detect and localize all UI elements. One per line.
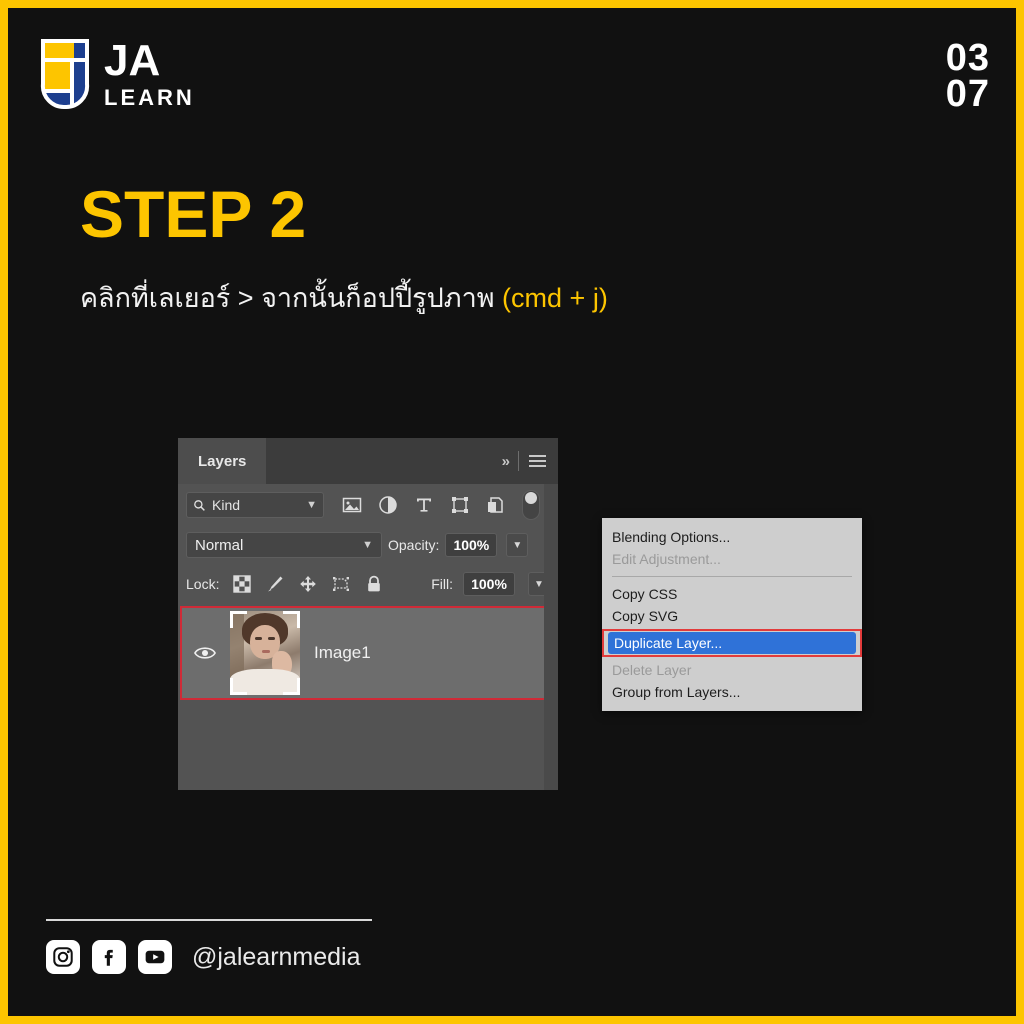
slide-canvas: JA LEARN 03 07 STEP 2 คลิกที่เลเยอร์ > จ… <box>8 8 1016 1016</box>
menu-separator <box>612 576 852 577</box>
duplicate-layer-callout: Duplicate Layer... <box>602 629 862 657</box>
chevron-down-icon: ▼ <box>362 539 373 551</box>
social-handle: @jalearnmedia <box>192 942 361 971</box>
page-number: 03 07 <box>945 37 990 116</box>
wordmark-ja: JA <box>104 36 161 85</box>
menu-item-delete-layer: Delete Layer <box>612 662 692 678</box>
tab-layers-label: Layers <box>198 452 247 470</box>
pixel-layer-filter-icon[interactable] <box>342 495 362 515</box>
menu-item-copy-svg[interactable]: Copy SVG <box>602 605 862 627</box>
fill-input[interactable]: 100% <box>463 572 515 596</box>
adjustment-layer-filter-icon[interactable] <box>378 495 398 515</box>
brand-wordmark: JA LEARN <box>104 39 195 109</box>
wordmark-learn: LEARN <box>104 85 195 110</box>
blend-mode-row: Normal ▼ Opacity: 100% ▼ <box>178 526 558 564</box>
instruction-text: คลิกที่เลเยอร์ > จากนั้นก็อปปี้รูปภาพ (c… <box>80 276 608 319</box>
hamburger-menu-icon[interactable] <box>529 455 546 467</box>
ja-shield-logo-icon <box>40 38 90 110</box>
tab-layers[interactable]: Layers <box>178 438 267 484</box>
chevron-down-icon: ▼ <box>306 499 317 511</box>
filter-toggle-switch[interactable] <box>522 490 540 520</box>
lock-all-icon[interactable] <box>365 575 383 593</box>
lock-artboard-nesting-icon[interactable] <box>332 575 350 593</box>
double-chevron-right-icon[interactable]: » <box>502 453 510 470</box>
menu-item-copy-css[interactable]: Copy CSS <box>602 583 862 605</box>
layer-name-label: Image1 <box>314 643 371 662</box>
layer-thumbnail-portrait[interactable] <box>230 611 300 695</box>
instagram-icon[interactable] <box>46 940 80 974</box>
divider <box>518 451 519 471</box>
blend-mode-select[interactable]: Normal ▼ <box>186 532 382 558</box>
lock-transparent-pixels-icon[interactable] <box>233 575 252 593</box>
layer-row-image1[interactable]: Image1 <box>180 606 556 700</box>
instruction-thai: คลิกที่เลเยอร์ > จากนั้นก็อปปี้รูปภาพ <box>80 283 503 313</box>
smart-object-filter-icon[interactable] <box>486 495 506 515</box>
lock-position-icon[interactable] <box>299 575 317 593</box>
opacity-chevron-down-icon[interactable]: ▼ <box>506 533 529 557</box>
page-number-current: 03 <box>945 37 990 79</box>
filter-kind-select[interactable]: Kind ▼ <box>186 492 324 518</box>
fill-label: Fill: <box>431 576 453 592</box>
panel-tab-tools: » <box>502 438 546 484</box>
menu-item-edit-adjustment: Edit Adjustment... <box>612 551 721 567</box>
shape-layer-filter-icon[interactable] <box>450 495 470 515</box>
footer-divider <box>46 919 372 921</box>
facebook-icon[interactable] <box>92 940 126 974</box>
lock-image-pixels-icon[interactable] <box>266 575 284 593</box>
opacity-input[interactable]: 100% <box>445 533 498 557</box>
menu-item-blending-options[interactable]: Blending Options... <box>602 526 862 548</box>
page-title: STEP 2 <box>80 177 307 251</box>
lock-label: Lock: <box>186 576 220 592</box>
lock-row: Lock: Fill: 100% ▼ <box>178 564 558 604</box>
lock-icon-group <box>233 575 383 593</box>
opacity-label: Opacity: <box>388 537 440 553</box>
filter-kind-label: Kind <box>212 497 241 513</box>
panel-tab-bar: Layers » <box>178 438 558 484</box>
layer-filter-row: Kind ▼ <box>178 484 558 526</box>
search-icon <box>194 499 205 511</box>
youtube-icon[interactable] <box>138 940 172 974</box>
filter-icon-group <box>342 495 506 515</box>
menu-item-duplicate-layer[interactable]: Duplicate Layer... <box>608 632 856 654</box>
footer: @jalearnmedia <box>46 940 361 974</box>
blend-mode-value: Normal <box>195 536 244 554</box>
page-number-total: 07 <box>945 73 990 116</box>
brand-logo: JA LEARN <box>40 38 195 110</box>
layer-list-empty-space <box>178 700 558 784</box>
menu-item-group-from-layers[interactable]: Group from Layers... <box>602 681 862 703</box>
layer-list: Image1 <box>178 604 558 784</box>
layers-panel: Layers » Kind ▼ Normal ▼ Opacity: 100% ▼… <box>178 438 558 790</box>
layer-context-menu: Blending Options... Edit Adjustment... C… <box>602 518 862 711</box>
instruction-shortcut: (cmd + j) <box>502 283 608 313</box>
type-layer-filter-icon[interactable] <box>414 495 434 515</box>
panel-scrollbar[interactable] <box>544 484 558 790</box>
eye-icon[interactable] <box>194 645 216 661</box>
